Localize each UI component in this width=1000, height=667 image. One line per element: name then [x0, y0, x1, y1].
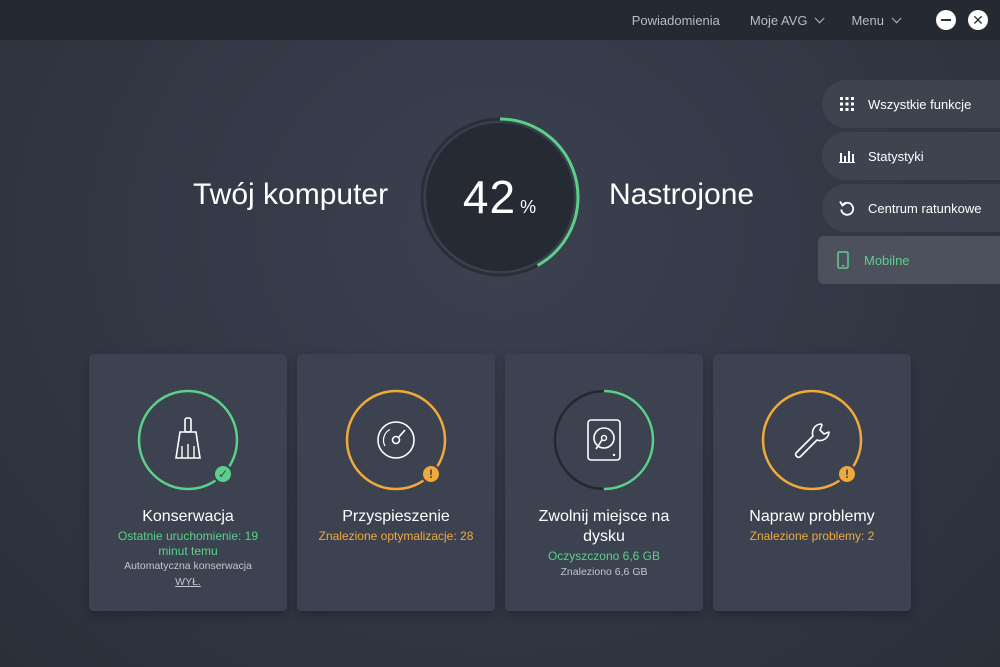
card-status: Znalezione optymalizacje: 28 — [318, 529, 474, 543]
warning-icon: ! — [421, 464, 441, 484]
card-status: Znalezione problemy: 2 — [749, 529, 875, 543]
notifications-button[interactable]: Powiadomienia — [632, 13, 720, 28]
grid-icon — [838, 95, 856, 113]
menu-label: Menu — [851, 12, 884, 28]
side-item-label: Centrum ratunkowe — [868, 200, 982, 216]
side-item-label: Statystyki — [868, 148, 924, 164]
menu-dropdown[interactable]: Menu — [851, 12, 902, 28]
card-maintenance[interactable]: ✓ Konserwacja Ostatnie uruchomienie: 19 … — [89, 354, 287, 611]
chevron-down-icon — [815, 12, 826, 23]
notifications-label: Powiadomienia — [631, 12, 720, 28]
side-item-mobile[interactable]: Mobilne — [818, 236, 1000, 284]
restore-icon — [838, 199, 856, 217]
hard-drive-icon — [587, 419, 621, 461]
gauge-unit: % — [520, 197, 538, 217]
speedometer-icon — [377, 421, 415, 459]
my-avg-label: Moje AVG — [749, 12, 808, 28]
close-button[interactable]: ✕ — [968, 10, 988, 30]
card-speedup[interactable]: ! Przyspieszenie Znalezione optymalizacj… — [297, 354, 495, 611]
title-bar: Powiadomienia Moje AVG Menu ✕ — [0, 0, 1000, 40]
side-item-label: Mobilne — [864, 252, 910, 268]
card-fix-problems[interactable]: ! Napraw problemy Znalezione problemy: 2 — [713, 354, 911, 611]
card-free-disk-space[interactable]: Zwolnij miejsce na dysku Oczyszczono 6,6… — [505, 354, 703, 611]
side-item-statistics[interactable]: Statystyki — [822, 132, 1000, 180]
check-icon: ✓ — [213, 464, 233, 484]
mobile-phone-icon — [834, 251, 852, 269]
card-title: Przyspieszenie — [342, 508, 450, 525]
gauge-number: 42 — [462, 171, 517, 223]
card-extra: Znaleziono 6,6 GB — [560, 566, 648, 578]
hero-right-text: Nastrojone — [609, 178, 755, 211]
wrench-icon — [794, 423, 830, 459]
gauge-value: 42% — [420, 170, 580, 224]
side-item-all-features[interactable]: Wszystkie funkcje — [822, 80, 1000, 128]
warning-icon: ! — [837, 464, 857, 484]
card-title: Zwolnij miejsce na dysku — [538, 508, 670, 545]
bar-chart-icon — [838, 147, 856, 165]
card-status: Oczyszczono 6,6 GB — [547, 549, 661, 563]
broom-icon — [175, 417, 201, 459]
minimize-button[interactable] — [936, 10, 956, 30]
card-title: Napraw problemy — [749, 508, 875, 525]
hero-left-text: Twój komputer — [193, 178, 389, 211]
minimize-icon — [941, 19, 951, 21]
auto-maintenance-toggle-link[interactable]: WYŁ. — [175, 576, 201, 588]
card-title: Konserwacja — [142, 508, 234, 525]
side-item-label: Wszystkie funkcje — [868, 96, 972, 112]
close-icon: ✕ — [972, 12, 984, 28]
chevron-down-icon — [891, 12, 902, 23]
my-avg-dropdown[interactable]: Moje AVG — [749, 12, 826, 28]
card-status: Ostatnie uruchomienie: 19 minut temu — [117, 529, 259, 558]
card-extra: Automatyczna konserwacja — [124, 560, 252, 572]
app-window: Powiadomienia Moje AVG Menu ✕ Twój kompu… — [0, 0, 1000, 667]
side-item-rescue-center[interactable]: Centrum ratunkowe — [822, 184, 1000, 232]
